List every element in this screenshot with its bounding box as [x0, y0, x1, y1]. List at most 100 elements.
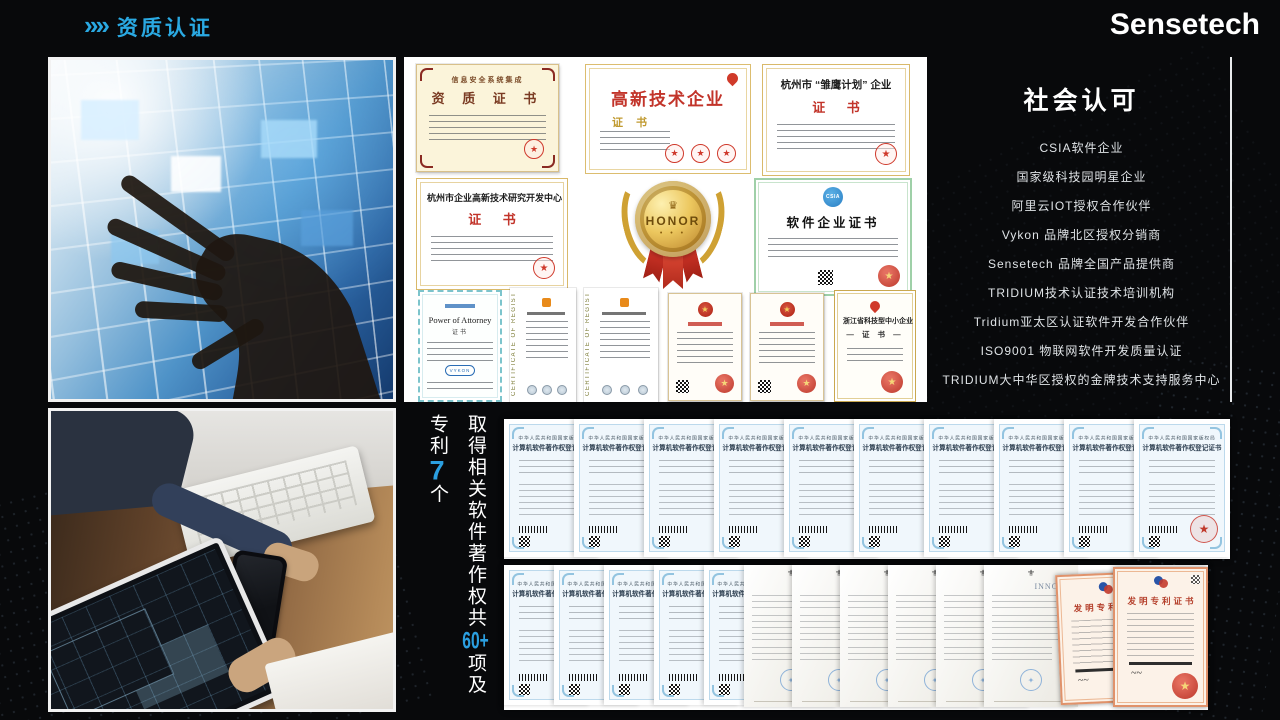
qr-code: [1191, 575, 1200, 584]
star-seal: ★: [875, 143, 897, 165]
barcode: [589, 526, 617, 533]
cnipa-logo-icon: [1099, 582, 1114, 595]
cert-title: 计算机软件著作权登记证书: [1143, 443, 1222, 452]
star-seal: ★: [691, 144, 710, 163]
barcode: [659, 526, 687, 533]
crown-icon: ♛: [668, 201, 678, 212]
barcode: [1149, 526, 1177, 533]
barcode: [519, 674, 547, 681]
barcode: [939, 526, 967, 533]
cert-subtitle: — 证 书 —: [843, 329, 907, 340]
star-seal: ★: [533, 257, 555, 279]
vykon-logo: VYKON: [445, 365, 475, 376]
cert-security-qualification: 信息安全系统集成 资 质 证 书 ★: [416, 64, 559, 172]
qr-code: [719, 684, 730, 695]
social-item: Vykon 品牌北区授权分销商: [933, 226, 1230, 243]
accreditation-logo: [620, 385, 630, 395]
cert-title: 浙江省科技型中小企业: [843, 316, 907, 326]
red-seal: ★: [1172, 673, 1198, 699]
social-recognition-panel: 社会认可 CSIA软件企业国家级科技园明星企业阿里云IOT授权合作伙伴Vykon…: [933, 57, 1232, 402]
cert-iso-registration: CERTIFICATE OF REGISTRATION: [510, 288, 576, 402]
patent-count: 7: [422, 457, 452, 484]
social-item: ISO9001 物联网软件开发质量认证: [933, 342, 1230, 359]
qr-code: [589, 536, 600, 547]
barcode: [729, 526, 757, 533]
cert-title: Power of Attorney: [427, 315, 493, 325]
qr-code: [519, 684, 530, 695]
social-heading: 社会认可: [933, 81, 1230, 117]
red-seal: ★: [715, 374, 734, 393]
qr-code: [569, 684, 580, 695]
accreditation-logo: [527, 385, 537, 395]
flame-logo-icon: [725, 71, 741, 87]
cert-subtitle: 证 书: [773, 97, 899, 116]
cert-power-of-attorney: Power of Attorney 证书 VYKON: [418, 290, 502, 402]
cert-header: 信息安全系统集成: [429, 75, 546, 85]
slide-qualification-certification: »» 资质认证 Sensetech: [0, 0, 1280, 720]
national-emblem-icon: ★: [698, 302, 713, 317]
social-item: TRIDIUM技术认证技术培训机构: [933, 284, 1230, 301]
qr-code: [659, 536, 670, 547]
qr-code: [669, 684, 680, 695]
cert-subtitle: 证 书: [427, 209, 557, 228]
patent-summary-vertical-text: 取得相关软件著作权共60+项及 专利7个: [416, 414, 492, 714]
cert-business-license: ★ ★: [668, 293, 742, 401]
cert-title: 软件企业证书: [768, 212, 898, 231]
cnas-logo-icon: [620, 298, 629, 307]
copyright-strip-bottom: 中华人民共和国国家版权局 计算机软件著作权登记证书: [504, 565, 1208, 710]
qr-code: [818, 270, 833, 285]
barcode: [1009, 526, 1037, 533]
social-item: 国家级科技园明星企业: [933, 168, 1230, 185]
accreditation-logo: [542, 385, 552, 395]
barcode: [869, 526, 897, 533]
summary-text: 取得相关软件著作权共: [465, 414, 486, 629]
cert-title: 发明专利证书: [1121, 595, 1200, 607]
honor-label: HONOR: [646, 214, 701, 228]
barcode: [1079, 526, 1107, 533]
cert-subtitle: 证 书: [612, 114, 738, 130]
copyright-count: 60+: [462, 629, 489, 653]
certificates-panel: 信息安全系统集成 资 质 证 书 ★ 高新技术企业 证 书 ★ ★ ★ 杭州市 …: [404, 57, 927, 402]
photo-workspace: [48, 408, 396, 712]
cert-title: 杭州市 “雏鹰计划” 企业: [773, 77, 899, 92]
cert-rnd-center: 杭州市企业高新技术研究开发中心 证 书 ★: [416, 178, 568, 290]
hand-silhouette: [51, 60, 393, 399]
patents-panel: 取得相关软件著作权共60+项及 专利7个 中华人民共和国国家版权局 计算机软件著…: [404, 408, 1232, 712]
cert-title: 杭州市企业高新技术研究开发中心: [427, 191, 557, 204]
issuer-line: 中华人民共和国国家版权局: [1148, 434, 1215, 441]
cert-iso-registration: CERTIFICATE OF REGISTRATION: [584, 288, 658, 402]
copyright-certificate: 中华人民共和国国家版权局 计算机软件著作权登记证书 ★: [1134, 419, 1230, 557]
barcode: [669, 674, 697, 681]
social-item: Tridium亚太区认证软件开发合作伙伴: [933, 313, 1230, 330]
australian-crest-icon: ⚜: [1027, 569, 1035, 578]
innova-group: ⚜ INNOVA ✦ ⚜ INNOVA: [790, 565, 1078, 707]
qr-code: [519, 536, 530, 547]
red-seal: ★: [524, 139, 544, 159]
social-list: CSIA软件企业国家级科技园明星企业阿里云IOT授权合作伙伴Vykon 品牌北区…: [933, 139, 1230, 388]
social-item: Sensetech 品牌全国产品提供商: [933, 255, 1230, 272]
cnas-logo-icon: [542, 298, 551, 307]
barcode: [569, 674, 597, 681]
cert-title: 高新技术企业: [598, 85, 738, 110]
qr-code: [676, 380, 689, 393]
red-seal: ★: [1190, 515, 1218, 543]
barcode: [719, 674, 747, 681]
chevrons-icon: »»: [84, 12, 107, 38]
social-item: 阿里云IOT授权合作伙伴: [933, 197, 1230, 214]
copyright-strip-top: 中华人民共和国国家版权局 计算机软件著作权登记证书 ★ 中华人民共和国国家版权: [504, 419, 1230, 559]
certificate-of-registration-label: CERTIFICATE OF REGISTRATION: [585, 294, 591, 396]
accreditation-logo: [638, 385, 648, 395]
cert-title: 资 质 证 书: [429, 88, 546, 107]
cnipa-logo-icon: [1154, 576, 1168, 588]
social-item: TRIDIUM大中华区授权的金牌技术支持服务中心: [933, 371, 1230, 388]
flame-logo-icon: [868, 299, 882, 313]
summary-text: 专利: [427, 414, 448, 457]
honor-medal: ♛ HONOR • • •: [629, 173, 717, 295]
page-title: 资质认证: [117, 12, 213, 42]
red-seal: ★: [881, 371, 903, 393]
qr-code: [799, 536, 810, 547]
qr-code: [1079, 536, 1090, 547]
red-seal: ★: [797, 374, 816, 393]
summary-text: 项及: [465, 653, 486, 696]
qr-code: [729, 536, 740, 547]
